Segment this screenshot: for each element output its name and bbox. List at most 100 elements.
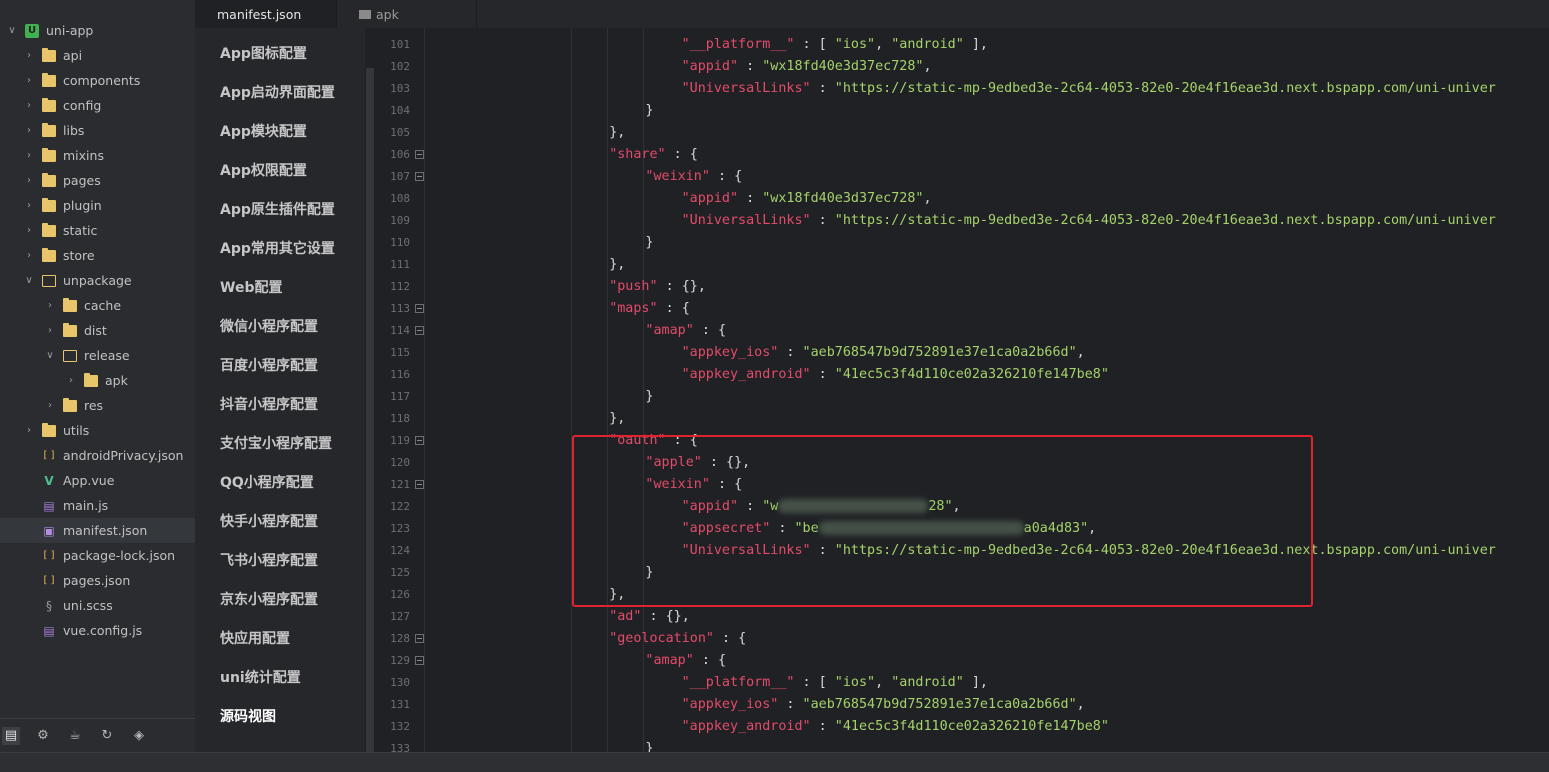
fold-toggle-icon[interactable] <box>415 479 424 489</box>
line-number: 122 <box>390 499 410 513</box>
tree-item-utils[interactable]: › utils <box>0 418 195 443</box>
chevron-right-icon[interactable]: › <box>22 175 36 186</box>
tree-item-androidprivacy-json[interactable]: ›[ ]androidPrivacy.json <box>0 443 195 468</box>
settings-item[interactable]: App常用其它设置 <box>195 228 365 267</box>
settings-item[interactable]: 飞书小程序配置 <box>195 540 365 579</box>
files-icon[interactable]: ▤ <box>2 726 20 745</box>
settings-item[interactable]: 抖音小程序配置 <box>195 384 365 423</box>
debug-icon[interactable]: ☕ <box>66 727 84 745</box>
json-punctuation: : { <box>665 146 698 162</box>
line-number: 111 <box>390 257 410 271</box>
tree-item-vue-config-js[interactable]: ›▤vue.config.js <box>0 618 195 643</box>
chevron-right-icon[interactable]: › <box>22 100 36 111</box>
line-number: 104 <box>390 103 410 117</box>
tree-item-manifest-json[interactable]: ›▣manifest.json <box>0 518 195 543</box>
tree-item-cache[interactable]: › cache <box>0 293 195 318</box>
tree-item-main-js[interactable]: ›▤main.js <box>0 493 195 518</box>
settings-item[interactable]: 京东小程序配置 <box>195 579 365 618</box>
chevron-right-icon[interactable]: › <box>22 225 36 236</box>
ide-window: ∨ Uuni-app › api › components › config › libs › mix… <box>0 0 1549 772</box>
tree-item-res[interactable]: › res <box>0 393 195 418</box>
chevron-right-icon[interactable]: › <box>43 300 57 311</box>
tree-item-unpackage[interactable]: ∨ unpackage <box>0 268 195 293</box>
chevron-down-icon[interactable]: ∨ <box>22 275 36 286</box>
tree-item-label: res <box>84 398 104 413</box>
chevron-right-icon[interactable]: › <box>64 375 78 386</box>
fold-toggle-icon[interactable] <box>415 325 424 335</box>
tree-item-package-lock-json[interactable]: ›[ ]package-lock.json <box>0 543 195 568</box>
settings-item[interactable]: Web配置 <box>195 267 365 306</box>
chevron-right-icon[interactable]: › <box>22 50 36 61</box>
plugin-icon[interactable]: ⚙ <box>34 727 52 745</box>
tree-item-libs[interactable]: › libs <box>0 118 195 143</box>
folder-open-icon <box>63 349 77 362</box>
tree-item-dist[interactable]: › dist <box>0 318 195 343</box>
tree-item-store[interactable]: › store <box>0 243 195 268</box>
settings-item[interactable]: App图标配置 <box>195 33 365 72</box>
tree-item-pages-json[interactable]: ›[ ]pages.json <box>0 568 195 593</box>
fold-toggle-icon[interactable] <box>415 633 424 643</box>
chevron-right-icon[interactable]: › <box>43 400 57 411</box>
chevron-right-icon[interactable]: › <box>22 250 36 261</box>
folder-icon <box>42 72 56 87</box>
settings-item[interactable]: 支付宝小程序配置 <box>195 423 365 462</box>
line-number: 107 <box>390 169 410 183</box>
tab-manifest[interactable]: manifest.json <box>195 0 337 28</box>
chevron-right-icon[interactable]: › <box>22 75 36 86</box>
tree-item-label: vue.config.js <box>63 623 143 638</box>
tree-item-app-vue[interactable]: ›VApp.vue <box>0 468 195 493</box>
tab-apk[interactable]: apk <box>337 0 477 28</box>
tree-item-pages[interactable]: › pages <box>0 168 195 193</box>
settings-item[interactable]: App权限配置 <box>195 150 365 189</box>
chevron-right-icon[interactable]: › <box>22 125 36 136</box>
tree-item-components[interactable]: › components <box>0 68 195 93</box>
settings-item[interactable]: App启动界面配置 <box>195 72 365 111</box>
tree-item-apk[interactable]: › apk <box>0 368 195 393</box>
tree-item-config[interactable]: › config <box>0 93 195 118</box>
web-icon[interactable]: ◈ <box>130 727 148 745</box>
tree-item-plugin[interactable]: › plugin <box>0 193 195 218</box>
chevron-right-icon[interactable]: › <box>22 200 36 211</box>
settings-scrollbar[interactable] <box>366 68 374 772</box>
fold-toggle-icon[interactable] <box>415 303 424 313</box>
tree-item-uni-scss[interactable]: ›§uni.scss <box>0 593 195 618</box>
chevron-right-icon[interactable]: › <box>22 150 36 161</box>
settings-item[interactable]: uni统计配置 <box>195 657 365 696</box>
settings-item[interactable]: QQ小程序配置 <box>195 462 365 501</box>
tree-item-uni-app[interactable]: ∨ Uuni-app <box>0 18 195 43</box>
code-editor[interactable]: 101 "__platform__" : [ "ios", "android" ]… <box>374 28 1549 752</box>
chevron-down-icon[interactable]: ∨ <box>43 350 57 361</box>
js-icon: ▤ <box>43 498 55 513</box>
tree-item-api[interactable]: › api <box>0 43 195 68</box>
line-number: 119 <box>390 433 410 447</box>
tree-item-static[interactable]: › static <box>0 218 195 243</box>
tree-item-label: cache <box>84 298 122 313</box>
fold-toggle-icon[interactable] <box>415 171 424 181</box>
folder-icon <box>359 9 371 19</box>
settings-item[interactable]: 百度小程序配置 <box>195 345 365 384</box>
line-number: 101 <box>390 37 410 51</box>
settings-item[interactable]: App原生插件配置 <box>195 189 365 228</box>
code-text: "apple" : {}, <box>645 451 750 473</box>
refresh-icon[interactable]: ↻ <box>98 727 116 745</box>
json-string: "w <box>762 498 779 514</box>
fold-toggle-icon[interactable] <box>415 655 424 665</box>
tree-item-mixins[interactable]: › mixins <box>0 143 195 168</box>
chevron-down-icon[interactable]: ∨ <box>5 25 19 36</box>
chevron-right-icon[interactable]: › <box>22 425 36 436</box>
settings-item[interactable]: 快应用配置 <box>195 618 365 657</box>
settings-item[interactable]: 快手小程序配置 <box>195 501 365 540</box>
settings-item[interactable]: 微信小程序配置 <box>195 306 365 345</box>
code-text: } <box>645 231 653 253</box>
settings-item[interactable]: 源码视图 <box>195 696 365 735</box>
chevron-right-icon[interactable]: › <box>43 325 57 336</box>
fold-toggle-icon[interactable] <box>415 149 424 159</box>
tree-item-release[interactable]: ∨ release <box>0 343 195 368</box>
code-text: "appid" : "wx18fd40e3d37ec728", <box>682 55 932 77</box>
json-punctuation: : { <box>657 300 690 316</box>
sidebar-footer: ▤ ⚙ ☕ ↻ ◈ <box>0 718 195 752</box>
json-key: "appid" <box>681 58 739 74</box>
fold-toggle-icon[interactable] <box>415 435 424 445</box>
settings-item[interactable]: App模块配置 <box>195 111 365 150</box>
folder-icon <box>42 97 56 112</box>
